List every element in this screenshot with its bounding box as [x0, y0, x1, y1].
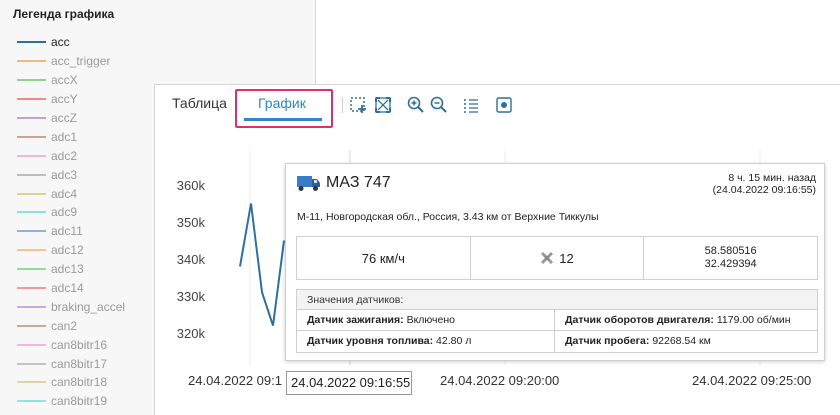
satellites-count: 12 [559, 250, 574, 266]
sensor-values-table: Значения датчиков: Датчик зажигания: Вкл… [296, 289, 818, 353]
x-tick-label: 24.04.2022 09:25:00 [692, 373, 811, 388]
last-message-time: 8 ч. 15 мин. назад (24.04.2022 09:16:55) [713, 172, 816, 196]
sensor-name: Датчик зажигания: [307, 314, 404, 326]
satellites-cell: 12 [471, 237, 645, 279]
table-row: Датчик уровня топлива: 42.80 л Датчик пр… [297, 331, 817, 352]
sensor-value: 42.80 л [436, 335, 472, 347]
x-tick-label: 24.04.2022 09:20:00 [440, 373, 559, 388]
satellite-icon [540, 251, 554, 265]
sensor-fuel: Датчик уровня топлива: 42.80 л [297, 331, 555, 352]
y-tick-label: 340k [177, 252, 206, 267]
latitude: 58.580516 [704, 245, 757, 257]
truck-icon [296, 173, 322, 193]
vehicle-name: МАЗ 747 [326, 174, 391, 191]
x-axis-hover-tooltip: 24.04.2022 09:16:55 [286, 371, 412, 395]
sensor-name: Датчик пробега: [565, 335, 650, 347]
sensor-rpm: Датчик оборотов двигателя: 1179.00 об/ми… [555, 310, 817, 330]
speed-value: 76 км/ч [361, 250, 405, 266]
y-tick-label: 350k [177, 215, 206, 230]
sensor-name: Датчик оборотов двигателя: [565, 314, 714, 326]
sensor-mileage: Датчик пробега: 92268.54 км [555, 331, 817, 352]
table-row: Датчик зажигания: Включено Датчик оборот… [297, 310, 817, 331]
y-tick-label: 320k [177, 326, 206, 341]
vehicle-address: М-11, Новгородская обл., Россия, 3.43 км… [297, 211, 599, 223]
sensor-ignition: Датчик зажигания: Включено [297, 310, 555, 330]
sensor-value: 1179.00 об/мин [716, 314, 791, 326]
sensor-name: Датчик уровня топлива: [307, 335, 434, 347]
time-absolute-text: (24.04.2022 09:16:55) [712, 184, 816, 196]
y-tick-label: 330k [177, 289, 206, 304]
coordinates-cell: 58.580516 32.429394 [644, 237, 817, 279]
time-ago-text: 8 ч. 15 мин. назад [728, 172, 816, 184]
sensor-value: 92268.54 км [652, 335, 711, 347]
vehicle-stats: 76 км/ч 12 58.580516 32.429394 [296, 236, 818, 280]
speed-cell: 76 км/ч [297, 237, 471, 279]
y-tick-label: 360k [177, 178, 206, 193]
vehicle-info-popup: МАЗ 747 8 ч. 15 мин. назад (24.04.2022 0… [285, 163, 825, 361]
x-tick-label: 24.04.2022 09:1 [188, 373, 282, 388]
longitude: 32.429394 [704, 258, 757, 270]
sensor-values-title: Значения датчиков: [297, 290, 817, 310]
series-line-acc [239, 203, 285, 326]
sensor-value: Включено [406, 314, 455, 326]
